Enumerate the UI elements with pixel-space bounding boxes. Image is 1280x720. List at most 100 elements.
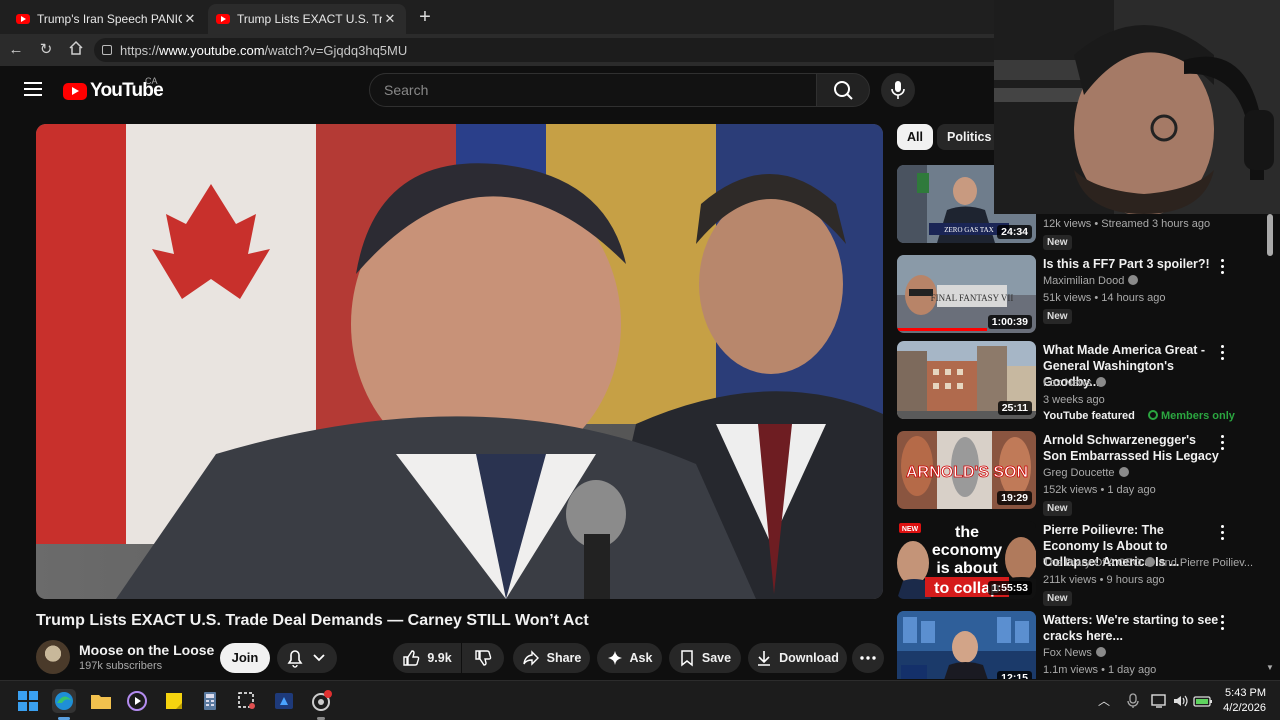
channel-name[interactable]: Fox News (1043, 377, 1106, 389)
browser-tab-active[interactable]: Trump Lists EXACT U.S. Trade Deal ✕ (208, 4, 406, 34)
search-input[interactable]: Search (369, 73, 817, 107)
search-button[interactable] (816, 73, 870, 107)
back-arrow-icon[interactable]: ← (6, 40, 26, 60)
microphone-icon (891, 81, 905, 99)
more-actions-button[interactable] (852, 643, 884, 673)
video-thumbnail[interactable]: NEW the economy is about to collap 1:55:… (897, 521, 1036, 599)
new-tab-button[interactable]: + (414, 6, 436, 28)
address-bar[interactable]: https://www.youtube.com/watch?v=Gjqdq3hq… (94, 38, 1104, 62)
video-player[interactable] (36, 124, 883, 599)
search-icon (834, 81, 853, 100)
download-button[interactable]: Download (748, 643, 847, 673)
video-thumbnail[interactable]: FINAL FANTASY VII 1:00:39 (897, 255, 1036, 333)
thumbnail-new-label: NEW (902, 526, 919, 533)
share-button[interactable]: Share (513, 643, 590, 673)
snipping-tool-icon[interactable] (235, 689, 259, 713)
reload-icon[interactable]: ↻ (36, 40, 56, 60)
more-vertical-icon[interactable] (1219, 259, 1225, 275)
chip-politics[interactable]: Politics n (937, 124, 1001, 150)
media-player-icon[interactable] (125, 689, 149, 713)
url-host: www.youtube.com (159, 42, 265, 58)
notifications-button[interactable] (277, 643, 337, 673)
join-button[interactable]: Join (220, 643, 270, 673)
chevron-up-icon[interactable]: ︿ (1098, 692, 1110, 709)
webcam-image (994, 0, 1280, 214)
recording-app-icon[interactable] (309, 689, 333, 713)
channel-name[interactable]: Moose on the Loose (79, 642, 214, 658)
sparkle-icon (607, 651, 622, 665)
thumbnail-caption: ARNOLD'S SON (906, 464, 1028, 481)
battery-icon[interactable] (1193, 693, 1213, 714)
thumbnail-caption: is about (936, 560, 998, 577)
video-meta: 152k views • 1 day ago (1043, 484, 1156, 496)
home-icon[interactable] (66, 40, 86, 60)
recommendation-item[interactable]: 25:11 What Made America Great - General … (897, 341, 1272, 425)
video-meta: 51k views • 14 hours ago (1043, 292, 1166, 304)
calculator-icon[interactable] (198, 689, 222, 713)
channel-avatar[interactable] (36, 640, 70, 674)
recommendation-item[interactable]: FINAL FANTASY VII 1:00:39 Is this a FF7 … (897, 255, 1272, 335)
like-count: 9.9k (427, 651, 452, 665)
video-meta: 12k views • Streamed 3 hours ago (1043, 218, 1211, 230)
video-thumbnail[interactable]: 12:15 (897, 611, 1036, 679)
youtube-logo[interactable]: YouTube CA (63, 76, 164, 102)
scrollbar-track[interactable] (1266, 214, 1274, 676)
subscriber-count: 197k subscribers (79, 660, 163, 672)
more-vertical-icon[interactable] (1219, 345, 1225, 361)
close-tab-icon[interactable]: ✕ (382, 11, 398, 27)
recommendation-item[interactable]: 12:15 Watters: We're starting to see cra… (897, 611, 1272, 679)
windows-start-icon[interactable] (16, 689, 40, 713)
featured-label: YouTube featured Members only (1043, 410, 1235, 422)
members-icon (1147, 410, 1158, 420)
recommendation-item[interactable]: ARNOLD'S SON 19:29 Arnold Schwarzenegger… (897, 431, 1272, 516)
thumbs-up-icon (403, 650, 420, 666)
hamburger-menu-icon[interactable] (24, 82, 42, 96)
more-vertical-icon[interactable] (1219, 525, 1225, 541)
close-tab-icon[interactable]: ✕ (182, 11, 198, 27)
paint-app-icon[interactable] (272, 689, 296, 713)
voice-search-button[interactable] (881, 73, 915, 107)
ask-label: Ask (629, 651, 653, 665)
video-title[interactable]: Arnold Schwarzenegger's Son Embarrassed … (1043, 432, 1221, 464)
volume-icon[interactable] (1172, 693, 1188, 714)
clock-date: 4/2/2026 (1223, 702, 1266, 714)
channel-name[interactable]: Greg Doucette (1043, 467, 1129, 479)
url-scheme: https:// (120, 42, 160, 58)
scrollbar-thumb[interactable] (1267, 214, 1273, 256)
site-info-icon[interactable] (102, 45, 112, 55)
verified-icon (1118, 467, 1129, 477)
download-icon (758, 651, 771, 666)
windows-taskbar: ︿ (0, 680, 1280, 720)
system-clock[interactable]: 5:43 PM 4/2/2026 (1222, 686, 1266, 716)
video-thumbnail[interactable]: ARNOLD'S SON 19:29 (897, 431, 1036, 509)
chip-all[interactable]: All (897, 124, 933, 150)
dislike-button[interactable] (462, 643, 504, 673)
youtube-favicon-icon (16, 14, 30, 24)
video-title[interactable]: Watters: We're starting to see cracks he… (1043, 612, 1221, 644)
bell-icon (287, 650, 325, 668)
video-title[interactable]: Is this a FF7 Part 3 spoiler?! (1043, 256, 1221, 272)
video-duration: 1:55:53 (987, 581, 1032, 595)
microphone-tray-icon[interactable] (1127, 693, 1139, 714)
video-thumbnail[interactable]: 25:11 (897, 341, 1036, 419)
edge-browser-icon[interactable] (52, 689, 76, 713)
display-tray-icon[interactable] (1151, 693, 1167, 714)
like-button[interactable]: 9.9k (393, 643, 461, 673)
country-code: CA (145, 76, 158, 86)
channel-name[interactable]: The Diary Of A CEO and Pierre Poiliev... (1043, 557, 1253, 569)
sticky-notes-icon[interactable] (162, 689, 186, 713)
members-only-badge: Members only (1160, 410, 1235, 422)
recommendation-item[interactable]: NEW the economy is about to collap 1:55:… (897, 521, 1272, 606)
channel-name[interactable]: Fox News (1043, 647, 1106, 659)
save-label: Save (701, 651, 732, 665)
browser-tab[interactable]: Trump's Iran Speech PANICS The N ✕ (8, 4, 206, 34)
thumbs-down-icon (475, 650, 492, 666)
more-vertical-icon[interactable] (1219, 615, 1225, 631)
ask-button[interactable]: Ask (597, 643, 662, 673)
channel-name[interactable]: Maximilian Dood (1043, 275, 1139, 287)
tab-title: Trump Lists EXACT U.S. Trade Deal (237, 12, 382, 26)
more-vertical-icon[interactable] (1219, 435, 1225, 451)
scroll-down-arrow-icon[interactable]: ▼ (1266, 663, 1274, 672)
save-button[interactable]: Save (669, 643, 741, 673)
file-explorer-icon[interactable] (89, 689, 113, 713)
